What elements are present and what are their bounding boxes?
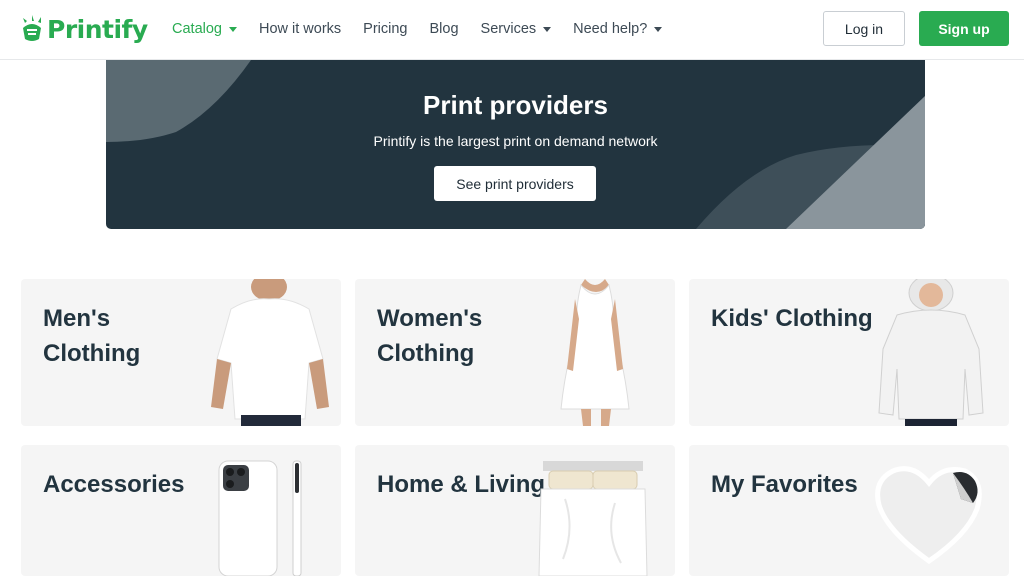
category-title: My Favorites <box>711 471 858 498</box>
white-hoodie-image <box>878 279 984 426</box>
banner-title: Print providers <box>423 90 608 120</box>
login-button[interactable]: Log in <box>823 11 905 46</box>
white-dress-image <box>560 279 630 426</box>
nav-need-help[interactable]: Need help? <box>573 21 663 37</box>
printify-logo[interactable]: Printify <box>20 12 148 46</box>
nav-blog-label: Blog <box>429 21 459 37</box>
nav-services[interactable]: Services <box>481 21 552 37</box>
chevron-down-icon <box>543 27 552 32</box>
category-card-mens-clothing[interactable]: Men's Clothing <box>21 279 341 426</box>
category-title: Accessories <box>43 471 185 498</box>
logo-text: Printify <box>47 14 148 44</box>
see-print-providers-button[interactable]: See print providers <box>434 166 596 201</box>
nav-how-it-works[interactable]: How it works <box>259 21 341 37</box>
nav-services-label: Services <box>480 21 537 37</box>
category-title: Kids' Clothing <box>711 305 873 332</box>
category-title: Men's Clothing <box>43 305 141 367</box>
chevron-down-icon <box>228 27 237 32</box>
white-tshirt-image <box>211 279 329 426</box>
bedding-image <box>538 461 648 576</box>
nav-catalog-label: Catalog <box>172 21 222 37</box>
category-card-my-favorites[interactable]: My Favorites <box>689 445 1009 576</box>
phone-case-image <box>218 460 302 576</box>
signup-button[interactable]: Sign up <box>919 11 1009 46</box>
chevron-down-icon <box>654 27 663 32</box>
printify-logo-icon <box>23 15 41 41</box>
nav-need-help-label: Need help? <box>573 21 648 37</box>
site-header: Printify Catalog How it works Pricing Bl… <box>0 0 1024 60</box>
nav-how-it-works-label: How it works <box>258 21 342 37</box>
main-nav: Catalog How it works Pricing Blog Servic… <box>172 0 684 58</box>
nav-pricing[interactable]: Pricing <box>363 21 407 37</box>
category-title: Home & Living <box>377 471 546 498</box>
heart-sticker-image <box>875 466 982 565</box>
banner-subtitle: Printify is the largest print on demand … <box>373 133 658 149</box>
print-providers-banner: Print providers Printify is the largest … <box>106 60 925 229</box>
nav-pricing-label: Pricing <box>363 21 408 37</box>
category-title: Women's Clothing <box>377 305 483 367</box>
category-card-womens-clothing[interactable]: Women's Clothing <box>355 279 675 426</box>
nav-blog[interactable]: Blog <box>430 21 459 37</box>
category-card-home-living[interactable]: Home & Living <box>355 445 675 576</box>
category-card-accessories[interactable]: Accessories <box>21 445 341 576</box>
category-card-kids-clothing[interactable]: Kids' Clothing <box>689 279 1009 426</box>
nav-catalog[interactable]: Catalog <box>172 21 237 37</box>
